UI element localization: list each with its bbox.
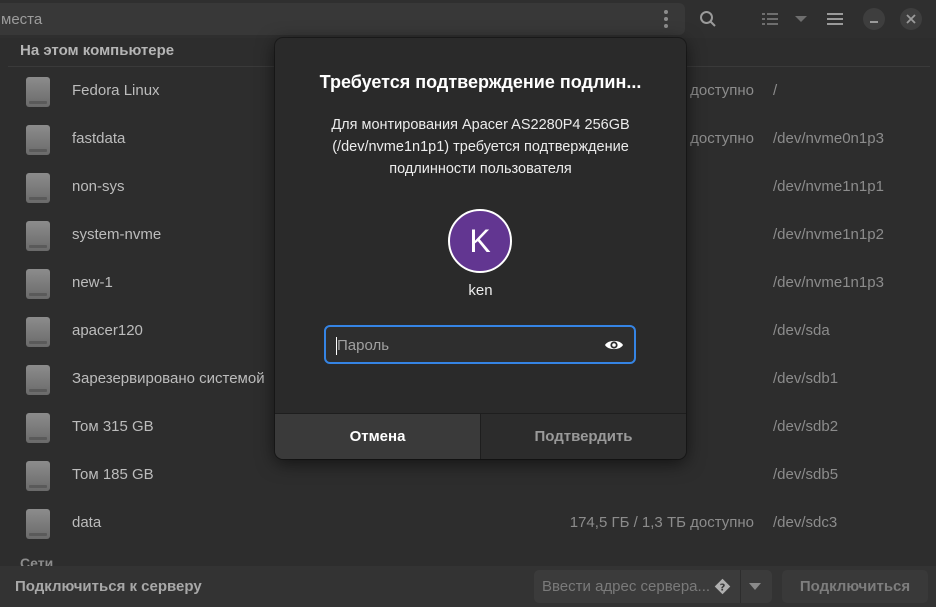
minimize-icon <box>863 8 885 30</box>
volume-device-path: /dev/nvme1n1p3 <box>773 274 884 291</box>
volume-device-path: /dev/sdb2 <box>773 418 839 435</box>
minimize-button[interactable] <box>862 3 886 35</box>
show-password-eye-icon[interactable] <box>604 337 624 353</box>
close-window-button[interactable] <box>899 3 923 35</box>
volume-name: Том 185 GB <box>72 466 154 483</box>
drive-icon <box>26 461 50 491</box>
volume-available-space: 174,5 ГБ / 1,3 ТБ доступно <box>569 514 754 531</box>
section-title-networks: Сети <box>20 555 54 566</box>
connect-to-server-label: Подключиться к серверу <box>15 578 202 595</box>
cancel-button[interactable]: Отмена <box>275 414 481 459</box>
volume-name: data <box>72 514 102 531</box>
server-address-placeholder: Ввести адрес сервера... <box>542 578 711 595</box>
drive-icon <box>26 173 50 203</box>
location-label: места <box>1 11 43 28</box>
drive-icon <box>26 317 50 347</box>
dialog-button-row: Отмена Подтвердить <box>275 413 686 459</box>
drive-icon <box>26 365 50 395</box>
view-mode-button[interactable] <box>756 3 814 35</box>
location-bar[interactable]: места <box>0 3 685 35</box>
confirm-button[interactable]: Подтвердить <box>481 414 686 459</box>
volume-row[interactable]: data 174,5 ГБ / 1,3 ТБ доступно/dev/sdc3 <box>8 499 930 547</box>
section-title-this-computer: На этом компьютере <box>20 42 175 59</box>
volume-device-path: /dev/nvme0n1p3 <box>773 130 884 147</box>
close-icon <box>900 8 922 30</box>
volume-name: Fedora Linux <box>72 82 160 99</box>
drive-icon <box>26 221 50 251</box>
main-menu-button[interactable] <box>820 3 850 35</box>
volume-device-path: /dev/sdb1 <box>773 370 839 387</box>
volume-name: apacer120 <box>72 322 143 339</box>
volume-device-path: /dev/sdb5 <box>773 466 839 483</box>
volume-available-space: доступно <box>690 130 754 147</box>
volume-name: non-sys <box>72 178 125 195</box>
search-icon <box>700 11 716 27</box>
connect-button[interactable]: Подключиться <box>782 570 928 603</box>
drive-icon <box>26 125 50 155</box>
volume-name: fastdata <box>72 130 126 147</box>
drive-icon <box>26 509 50 539</box>
volume-device-path: /dev/sda <box>773 322 830 339</box>
connect-to-server-bar: Подключиться к серверу Ввести адрес серв… <box>0 566 936 607</box>
volume-available-space: доступно <box>690 82 754 99</box>
search-button[interactable] <box>690 3 726 35</box>
list-view-icon <box>762 13 778 25</box>
chevron-down-icon[interactable] <box>794 14 808 24</box>
help-icon[interactable]: ? <box>714 578 731 595</box>
volume-name: new-1 <box>72 274 113 291</box>
svg-text:?: ? <box>720 583 726 594</box>
server-history-dropdown-icon[interactable] <box>749 583 761 590</box>
hamburger-menu-icon <box>827 13 843 25</box>
volume-device-path: /dev/nvme1n1p2 <box>773 226 884 243</box>
volume-device-path: / <box>773 82 778 99</box>
drive-icon <box>26 413 50 443</box>
volume-name: Зарезервировано системой <box>72 370 265 387</box>
volume-name: Том 315 GB <box>72 418 154 435</box>
drive-icon <box>26 269 50 299</box>
username-label: ken <box>468 282 493 299</box>
dialog-title: Требуется подтверждение подлин... <box>319 72 642 92</box>
volume-device-path: /dev/nvme1n1p1 <box>773 178 884 195</box>
volume-device-path: /dev/sdc3 <box>773 514 838 531</box>
server-address-input[interactable]: Ввести адрес сервера... ? <box>534 570 772 603</box>
more-vertical-icon[interactable] <box>655 7 677 31</box>
password-placeholder: Пароль <box>337 337 390 354</box>
user-avatar: K <box>448 209 512 273</box>
volume-name: system-nvme <box>72 226 162 243</box>
password-field[interactable]: Пароль <box>324 325 636 364</box>
authentication-dialog: Требуется подтверждение подлин... Для мо… <box>275 38 686 459</box>
input-separator <box>740 570 741 603</box>
dialog-message: Для монтирования Apacer AS2280P4 256GB (… <box>331 117 630 177</box>
drive-icon <box>26 77 50 107</box>
headerbar: места <box>0 0 936 38</box>
